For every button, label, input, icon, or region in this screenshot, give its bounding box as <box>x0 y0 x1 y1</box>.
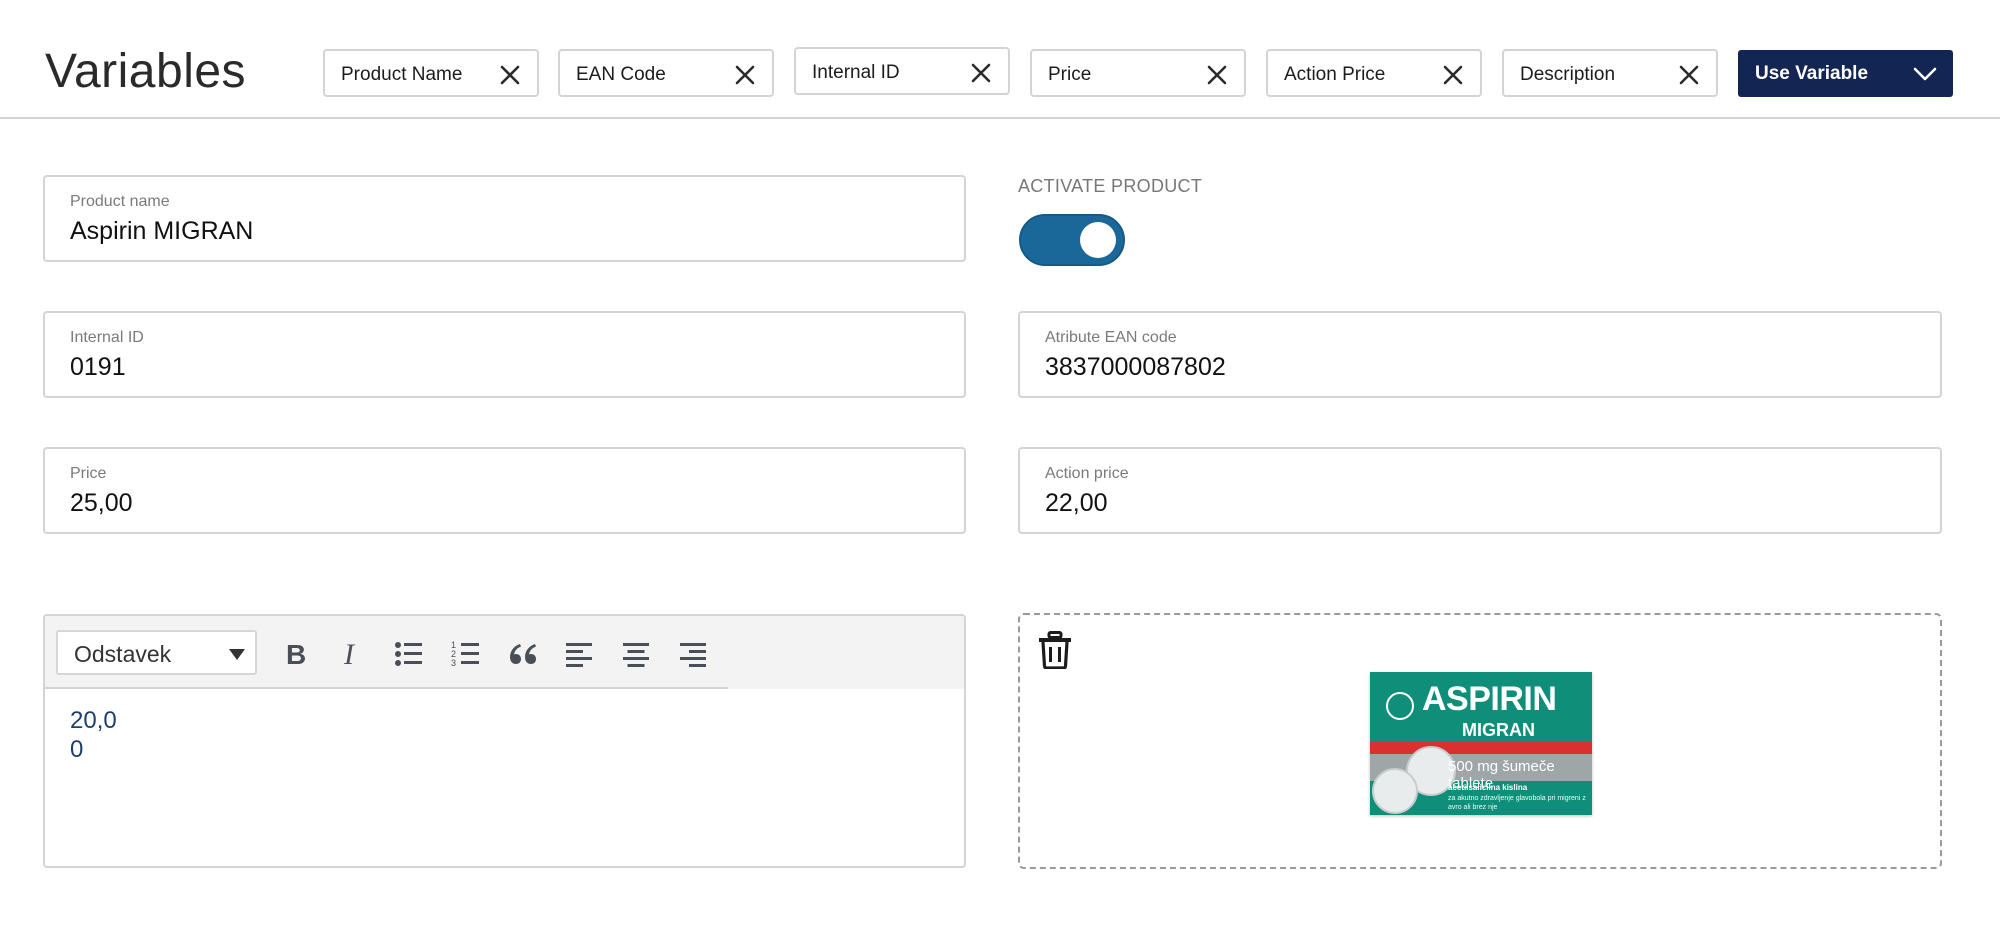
editor-toolbar: Odstavek B I 1 2 3 <box>45 616 728 689</box>
close-icon[interactable] <box>970 62 992 84</box>
align-left-button[interactable] <box>561 636 597 672</box>
chip-ean-code[interactable]: EAN Code <box>558 49 774 97</box>
package-indication: za akutno zdravljenje glavobola pri migr… <box>1448 795 1586 811</box>
close-icon[interactable] <box>734 64 756 86</box>
chip-label: EAN Code <box>576 64 666 85</box>
chevron-down-icon <box>1913 67 1937 81</box>
chip-action-price[interactable]: Action Price <box>1266 49 1482 97</box>
package-band <box>1370 742 1592 754</box>
editor-text-line: 20,0 <box>70 707 117 734</box>
bullet-list-icon <box>395 642 422 666</box>
use-variable-label: Use Variable <box>1755 63 1869 84</box>
price-field[interactable]: Price 25,00 <box>43 447 966 534</box>
package-ingredient: acetilsalicilna kislina <box>1448 783 1528 792</box>
field-value[interactable]: Aspirin MIGRAN <box>70 217 253 246</box>
chip-label: Product Name <box>341 64 463 85</box>
svg-text:3: 3 <box>451 658 456 668</box>
italic-icon: I <box>343 640 356 668</box>
close-icon[interactable] <box>499 64 521 86</box>
editor-text-line: 0 <box>70 736 84 763</box>
product-image: ASPIRIN MIGRAN 500 mg šumeče tablete ace… <box>1370 672 1592 815</box>
field-label: Atribute EAN code <box>1045 329 1177 346</box>
field-value[interactable]: 22,00 <box>1045 489 1108 518</box>
align-left-icon <box>566 643 592 667</box>
description-editor[interactable]: Odstavek B I 1 2 3 20,0 0 <box>43 614 966 868</box>
chip-label: Internal ID <box>812 62 900 83</box>
field-label: Action price <box>1045 465 1129 482</box>
image-dropzone[interactable]: ASPIRIN MIGRAN 500 mg šumeče tablete ace… <box>1018 613 1942 869</box>
quote-icon <box>510 644 536 664</box>
field-value[interactable]: 0191 <box>70 353 126 382</box>
chip-price[interactable]: Price <box>1030 49 1246 97</box>
chip-label: Description <box>1520 64 1616 85</box>
toolbar-background <box>728 616 964 689</box>
field-label: Product name <box>70 193 170 210</box>
chip-label: Action Price <box>1284 64 1386 85</box>
field-label: Internal ID <box>70 329 144 346</box>
bayer-logo <box>1386 692 1414 720</box>
chip-description[interactable]: Description <box>1502 49 1718 97</box>
bold-button[interactable]: B <box>277 636 313 672</box>
page-title: Variables <box>45 45 247 98</box>
package-brand: ASPIRIN <box>1422 680 1557 718</box>
use-variable-button[interactable]: Use Variable <box>1738 50 1953 97</box>
package-subbrand: MIGRAN <box>1462 720 1535 740</box>
field-label: Price <box>70 465 107 482</box>
align-right-button[interactable] <box>675 636 711 672</box>
italic-button[interactable]: I <box>333 636 369 672</box>
product-name-field[interactable]: Product name Aspirin MIGRAN <box>43 175 966 262</box>
close-icon[interactable] <box>1678 64 1700 86</box>
align-center-icon <box>623 643 649 667</box>
field-value[interactable]: 25,00 <box>70 489 133 518</box>
chip-internal-id[interactable]: Internal ID <box>794 47 1010 95</box>
blockquote-button[interactable] <box>505 636 541 672</box>
editor-content[interactable]: 20,0 0 <box>70 706 117 764</box>
ean-code-field[interactable]: Atribute EAN code 3837000087802 <box>1018 311 1942 398</box>
action-price-field[interactable]: Action price 22,00 <box>1018 447 1942 534</box>
toggle-knob <box>1080 222 1116 258</box>
activate-product-toggle[interactable] <box>1019 214 1125 266</box>
align-center-button[interactable] <box>618 636 654 672</box>
align-right-icon <box>680 643 706 667</box>
internal-id-field[interactable]: Internal ID 0191 <box>43 311 966 398</box>
numbered-list-icon: 1 2 3 <box>451 640 479 668</box>
field-value[interactable]: 3837000087802 <box>1045 353 1226 382</box>
svg-text:B: B <box>286 640 306 668</box>
numbered-list-button[interactable]: 1 2 3 <box>448 636 484 672</box>
chip-product-name[interactable]: Product Name <box>323 49 539 97</box>
bold-icon: B <box>286 640 306 668</box>
svg-text:I: I <box>343 640 356 668</box>
paragraph-format-select[interactable]: Odstavek <box>56 630 257 675</box>
close-icon[interactable] <box>1206 64 1228 86</box>
chip-label: Price <box>1048 64 1092 85</box>
activate-product-label: ACTIVATE PRODUCT <box>1018 176 1203 196</box>
tablet-graphic <box>1372 768 1418 814</box>
caret-down-icon <box>229 649 245 660</box>
close-icon[interactable] <box>1442 64 1464 86</box>
header-bar: Variables Product Name EAN Code Internal… <box>0 0 2000 119</box>
trash-icon[interactable] <box>1038 631 1072 669</box>
format-selected-value: Odstavek <box>74 641 172 667</box>
bullet-list-button[interactable] <box>391 636 427 672</box>
